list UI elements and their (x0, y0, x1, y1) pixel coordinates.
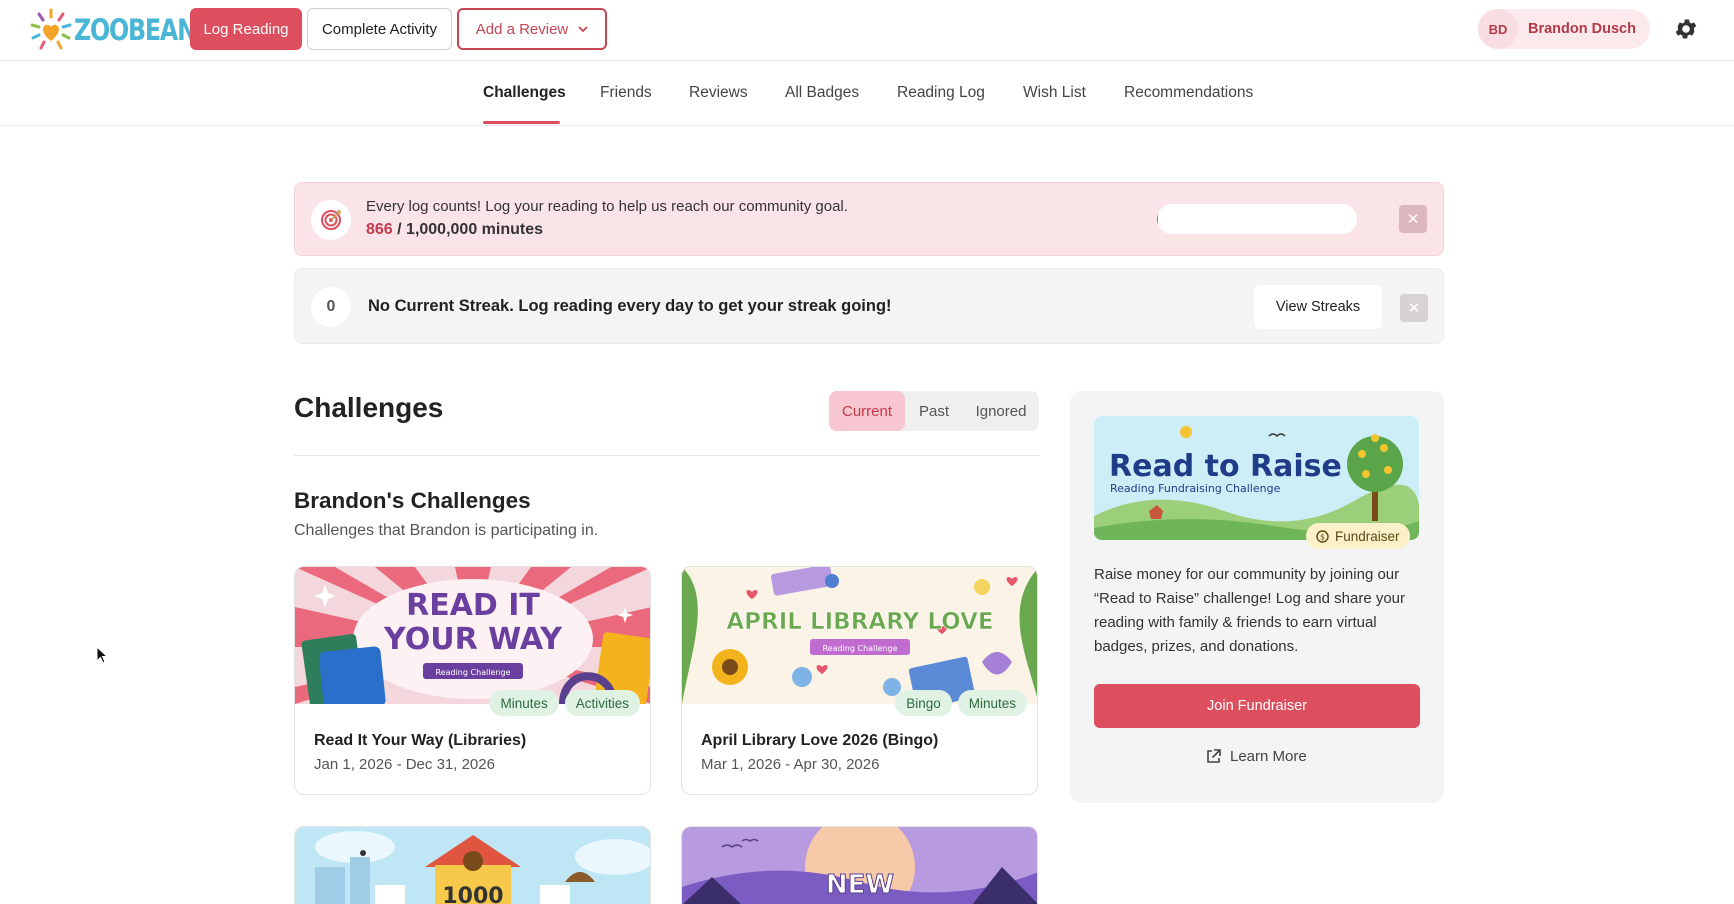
fundraiser-badge: $ Fundraiser (1306, 523, 1410, 549)
challenge-tags: Minutes Activities (489, 690, 640, 716)
logo-text: ZOOBEAN (74, 13, 197, 47)
fundraiser-image: Read to Raise Reading Fundraising Challe… (1094, 416, 1419, 540)
fundraiser-badge-label: Fundraiser (1335, 528, 1400, 544)
target-icon (321, 210, 341, 230)
close-goal-banner-button[interactable]: ✕ (1399, 205, 1427, 233)
view-streaks-button[interactable]: View Streaks (1254, 285, 1382, 329)
goal-target-text: / 1,000,000 minutes (392, 221, 544, 238)
tab-recommendations[interactable]: Recommendations (1124, 84, 1253, 102)
streak-count: 0 (311, 287, 351, 327)
join-fundraiser-button[interactable]: Join Fundraiser (1094, 684, 1420, 728)
logo-sun-icon (30, 8, 72, 50)
challenge-tags: Bingo Minutes (895, 690, 1027, 716)
goal-message: Every log counts! Log your reading to he… (366, 198, 848, 215)
challenge-image: APRIL LIBRARY LOVE Reading Challenge (682, 567, 1037, 704)
challenge-name: Read It Your Way (Libraries) (314, 732, 527, 749)
learn-more-link[interactable]: Learn More (1205, 748, 1307, 765)
fundraiser-description: Raise money for our community by joining… (1094, 566, 1406, 655)
user-name: Brandon Dusch (1528, 21, 1636, 37)
learn-more-label: Learn More (1230, 748, 1307, 765)
challenge-name: April Library Love 2026 (Bingo) (701, 732, 939, 749)
fundraiser-image-title: Read to Raise (1109, 449, 1342, 484)
challenges-title: Challenges (294, 392, 444, 423)
log-reading-button[interactable]: Log Reading (190, 8, 302, 50)
challenge-image-ribbon: Reading Challenge (435, 668, 510, 677)
challenge-image-ribbon: Reading Challenge (822, 644, 897, 653)
challenge-card-april-library-love[interactable]: APRIL LIBRARY LOVE Reading Challenge Bin… (681, 566, 1038, 795)
tag-bingo: Bingo (895, 690, 952, 716)
challenge-image-line-1: READ IT (406, 588, 540, 623)
section-description: Challenges that Brandon is participating… (294, 522, 599, 539)
tag-minutes: Minutes (957, 690, 1027, 716)
challenge-filter-segmented: Current Past Ignored (829, 391, 1039, 431)
challenge-dates: Jan 1, 2026 - Dec 31, 2026 (314, 756, 495, 773)
challenge-dates: Mar 1, 2026 - Apr 30, 2026 (701, 756, 880, 773)
tab-friends[interactable]: Friends (600, 84, 652, 102)
mouse-cursor-icon (96, 646, 108, 664)
gear-icon[interactable] (1673, 16, 1699, 42)
coin-hand-icon: $ (1316, 529, 1329, 543)
community-goal-banner: Every log counts! Log your reading to he… (294, 182, 1444, 256)
svg-text:$: $ (1320, 532, 1325, 541)
main-nav: Challenges Friends Reviews All Badges Re… (0, 61, 1734, 126)
add-review-label: Add a Review (475, 20, 569, 38)
goal-current-value: 866 (366, 221, 393, 238)
close-streak-banner-button[interactable]: ✕ (1400, 294, 1428, 322)
active-tab-indicator (483, 121, 560, 124)
challenge-image-line-1: APRIL LIBRARY LOVE (726, 609, 993, 635)
target-icon-wrap (311, 200, 351, 240)
challenge-image-line-2: YOUR WAY (383, 622, 563, 657)
add-review-dropdown[interactable]: Add a Review (457, 8, 607, 50)
tab-challenges[interactable]: Challenges (483, 84, 566, 102)
challenge-card-partial[interactable]: NEW (681, 826, 1038, 904)
streak-banner: 0 No Current Streak. Log reading every d… (294, 268, 1444, 344)
tag-minutes: Minutes (489, 690, 559, 716)
partial-card-image-text: 1000 (442, 884, 503, 904)
filter-ignored-button[interactable]: Ignored (963, 391, 1039, 431)
filter-current-button[interactable]: Current (829, 391, 905, 431)
tab-reading-log[interactable]: Reading Log (897, 84, 985, 102)
challenge-image: READ IT YOUR WAY Reading Challenge (295, 567, 650, 704)
challenge-card-partial[interactable]: 1000 (294, 826, 651, 904)
fundraiser-image-subtitle: Reading Fundraising Challenge (1110, 482, 1281, 495)
section-title: Brandon's Challenges (294, 488, 531, 513)
partial-card-image-text: NEW (826, 870, 894, 900)
tab-reviews[interactable]: Reviews (689, 84, 748, 102)
goal-count: 866 / 1,000,000 minutes (366, 221, 543, 239)
top-bar: ZOOBEAN Log Reading Complete Activity Ad… (0, 0, 1734, 61)
avatar: BD (1478, 9, 1518, 49)
filter-past-button[interactable]: Past (905, 391, 963, 431)
tab-wish-list[interactable]: Wish List (1023, 84, 1086, 102)
external-link-icon (1207, 749, 1221, 763)
chevron-down-icon (578, 26, 588, 32)
divider (294, 455, 1039, 456)
tag-activities: Activities (564, 690, 640, 716)
fundraiser-panel: Read to Raise Reading Fundraising Challe… (1070, 391, 1444, 803)
goal-progress-bar (1157, 204, 1357, 234)
user-menu[interactable]: BD Brandon Dusch (1478, 9, 1650, 49)
streak-message: No Current Streak. Log reading every day… (368, 297, 892, 315)
tab-all-badges[interactable]: All Badges (785, 84, 859, 102)
complete-activity-button[interactable]: Complete Activity (307, 8, 452, 50)
challenge-card-read-it-your-way[interactable]: READ IT YOUR WAY Reading Challenge Minut… (294, 566, 651, 795)
